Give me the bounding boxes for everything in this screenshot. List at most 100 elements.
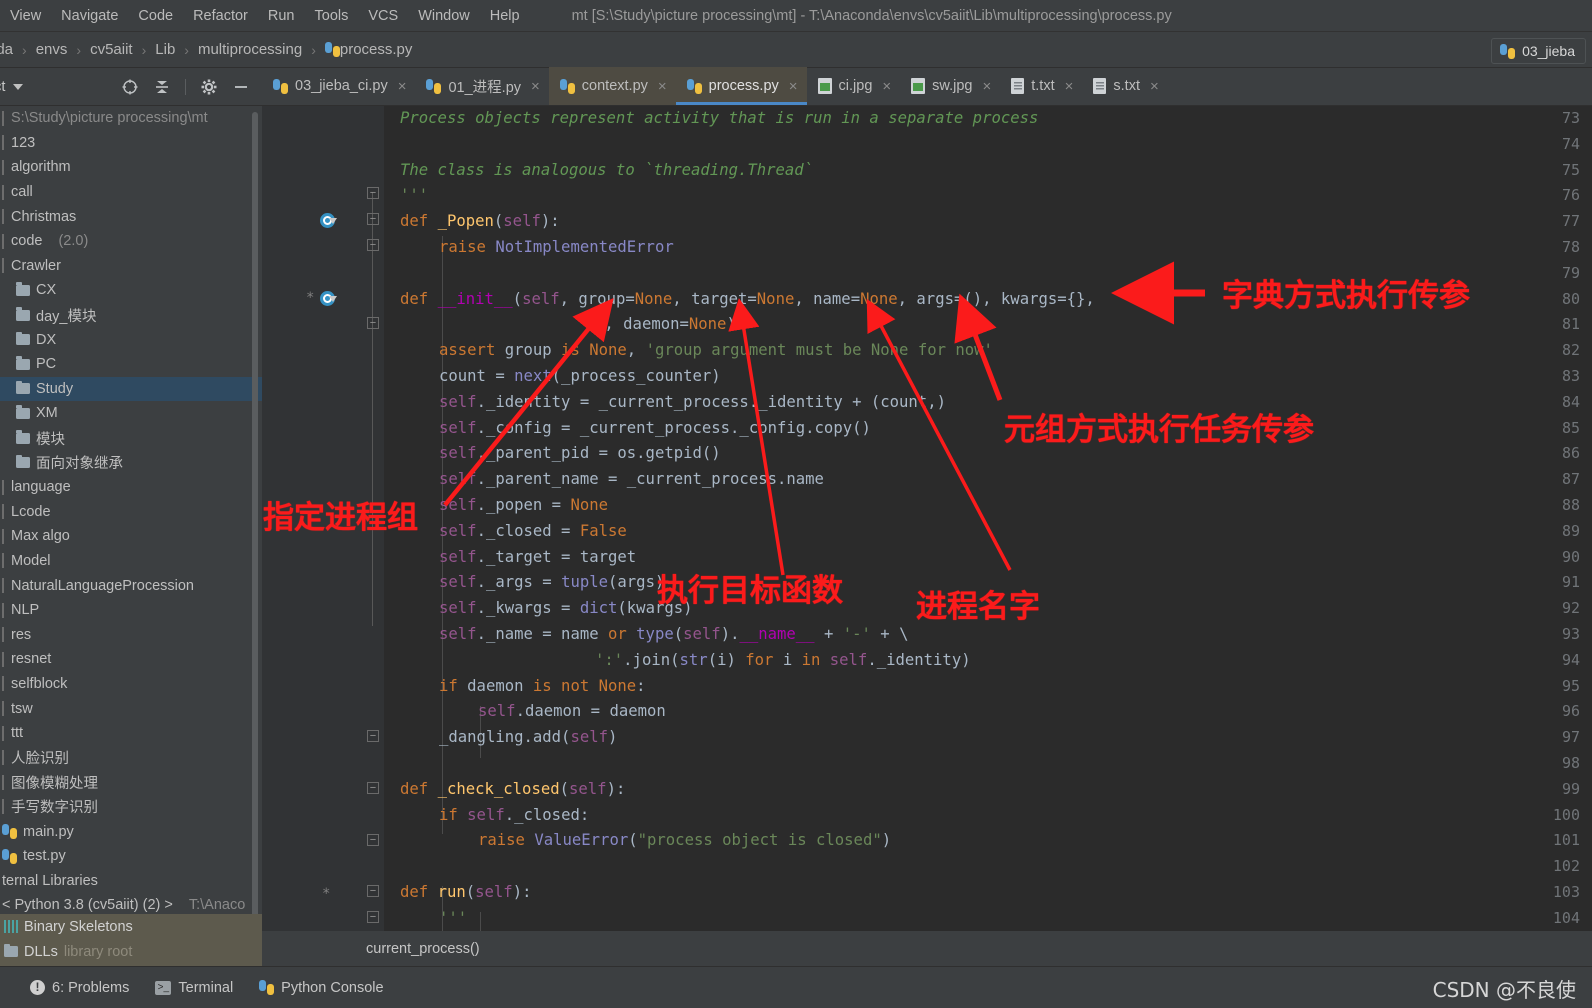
- tree-item-3[interactable]: Christmas: [0, 204, 262, 229]
- tree-root-row[interactable]: S:\Study\picture processing\mt: [0, 106, 262, 131]
- library-item-dlls[interactable]: DLLs library root: [0, 939, 262, 964]
- tree-item-12[interactable]: 模块: [0, 426, 262, 451]
- tree-item-13[interactable]: 面向对象继承: [0, 450, 262, 475]
- editor-tab-sw-jpg[interactable]: sw.jpg ×: [900, 67, 1000, 105]
- tree-item-20[interactable]: res: [0, 622, 262, 647]
- fold-marker-icon[interactable]: −: [367, 782, 379, 794]
- code-line-95[interactable]: if daemon is not None:: [439, 674, 646, 700]
- tree-item-1[interactable]: algorithm: [0, 155, 262, 180]
- editor-tab-s-txt[interactable]: s.txt ×: [1082, 67, 1167, 105]
- tree-item-25[interactable]: 人脸识别: [0, 745, 262, 770]
- code-line-73[interactable]: Process objects represent activity that …: [400, 106, 1038, 132]
- close-icon[interactable]: ×: [982, 78, 991, 95]
- code-line-97[interactable]: _dangling.add(self): [439, 725, 617, 751]
- editor-tab-overflow-chip[interactable]: 03_jieba: [1491, 38, 1586, 64]
- code-line-80[interactable]: def __init__(self, group=None, target=No…: [400, 287, 1095, 313]
- tree-item-7[interactable]: day_模块: [0, 303, 262, 328]
- tree-item-16[interactable]: Max algo: [0, 524, 262, 549]
- editor-tab-ci-jpg[interactable]: ci.jpg ×: [807, 67, 901, 105]
- tree-item-23[interactable]: tsw: [0, 696, 262, 721]
- code-line-96[interactable]: self.daemon = daemon: [478, 699, 666, 725]
- menu-item-navigate[interactable]: Navigate: [51, 0, 128, 32]
- run-line-icon[interactable]: [320, 291, 337, 306]
- tree-item-27[interactable]: 手写数字识别: [0, 795, 262, 820]
- code-line-78[interactable]: raise NotImplementedError: [439, 235, 674, 261]
- fold-marker-icon[interactable]: −: [367, 239, 379, 251]
- editor-tab-process-py[interactable]: process.py ×: [675, 67, 807, 105]
- tree-item-30[interactable]: ternal Libraries: [0, 868, 262, 893]
- tree-item-0[interactable]: 123: [0, 131, 262, 156]
- breadcrumb-item-2[interactable]: cv5aiit: [90, 41, 133, 58]
- close-icon[interactable]: ×: [882, 78, 891, 95]
- tree-item-18[interactable]: NaturalLanguageProcession: [0, 573, 262, 598]
- menu-item-help[interactable]: Help: [480, 0, 530, 32]
- breadcrumb-item-1[interactable]: envs: [36, 41, 68, 58]
- fold-marker-icon[interactable]: −: [367, 213, 379, 225]
- fold-marker-icon[interactable]: −: [367, 187, 379, 199]
- code-line-99[interactable]: def _check_closed(self):: [400, 777, 625, 803]
- code-line-101[interactable]: raise ValueError("process object is clos…: [478, 828, 891, 854]
- code-line-86[interactable]: self._parent_pid = os.getpid(): [439, 441, 721, 467]
- editor-tab-01----py[interactable]: 01_进程.py ×: [415, 67, 548, 105]
- code-line-77[interactable]: def _Popen(self):: [400, 209, 560, 235]
- code-line-76[interactable]: ''': [400, 183, 428, 209]
- menu-item-view[interactable]: View: [0, 0, 51, 32]
- status-item-problems[interactable]: ! 6: Problems: [30, 980, 129, 996]
- fold-marker-icon[interactable]: −: [367, 317, 379, 329]
- code-line-91[interactable]: self._args = tuple(args): [439, 570, 664, 596]
- menu-item-window[interactable]: Window: [408, 0, 480, 32]
- tree-item-21[interactable]: resnet: [0, 647, 262, 672]
- minimize-icon[interactable]: [232, 78, 250, 96]
- close-icon[interactable]: ×: [1065, 78, 1074, 95]
- breadcrumb-item-3[interactable]: Lib: [155, 41, 175, 58]
- editor-tab-03-jieba-ci-py[interactable]: 03_jieba_ci.py ×: [262, 67, 415, 105]
- menu-item-refactor[interactable]: Refactor: [183, 0, 258, 32]
- code-line-75[interactable]: The class is analogous to `threading.Thr…: [400, 158, 813, 184]
- tree-item-22[interactable]: selfblock: [0, 672, 262, 697]
- tree-item-26[interactable]: 图像模糊处理: [0, 770, 262, 795]
- library-item-binary-skeletons[interactable]: Binary Skeletons: [0, 914, 262, 939]
- fold-marker-icon[interactable]: −: [367, 834, 379, 846]
- code-line-94[interactable]: ':'.join(str(i) for i in self._identity): [595, 648, 971, 674]
- tree-item-19[interactable]: NLP: [0, 598, 262, 623]
- editor-tab-t-txt[interactable]: t.txt ×: [1000, 67, 1082, 105]
- close-icon[interactable]: ×: [398, 78, 407, 95]
- gear-icon[interactable]: [200, 78, 218, 96]
- menu-item-run[interactable]: Run: [258, 0, 305, 32]
- code-text-area[interactable]: Process objects represent activity that …: [384, 106, 1592, 931]
- collapse-all-icon[interactable]: [153, 78, 171, 96]
- tree-item-15[interactable]: Lcode: [0, 500, 262, 525]
- status-item-terminal[interactable]: >_ Terminal: [155, 980, 233, 996]
- tree-item-8[interactable]: DX: [0, 327, 262, 352]
- code-line-90[interactable]: self._target = target: [439, 545, 636, 571]
- tree-item-24[interactable]: ttt: [0, 721, 262, 746]
- close-icon[interactable]: ×: [531, 78, 540, 95]
- tree-item-4[interactable]: code (2.0): [0, 229, 262, 254]
- tree-item-11[interactable]: XM: [0, 401, 262, 426]
- editor-tab-context-py[interactable]: context.py ×: [548, 67, 676, 105]
- tree-item-10[interactable]: Study: [0, 376, 262, 402]
- tree-item-29[interactable]: test.py: [0, 844, 262, 869]
- external-libraries-band[interactable]: Binary Skeletons DLLs library root: [0, 914, 262, 966]
- locate-icon[interactable]: [121, 78, 139, 96]
- code-line-89[interactable]: self._closed = False: [439, 519, 627, 545]
- tree-item-14[interactable]: language: [0, 475, 262, 500]
- close-icon[interactable]: ×: [1150, 78, 1159, 95]
- fold-marker-icon[interactable]: −: [367, 730, 379, 742]
- project-tree-scrollbar[interactable]: [252, 112, 258, 966]
- code-editor[interactable]: − − − − − − − − − * * Process objects re…: [262, 106, 1592, 931]
- code-line-87[interactable]: self._parent_name = _current_process.nam…: [439, 467, 824, 493]
- code-line-81[interactable]: *, daemon=None):: [595, 312, 745, 338]
- chevron-down-icon[interactable]: [13, 83, 24, 90]
- code-line-88[interactable]: self._popen = None: [439, 493, 608, 519]
- tree-item-28[interactable]: main.py: [0, 819, 262, 844]
- tree-item-2[interactable]: call: [0, 180, 262, 205]
- project-tree[interactable]: S:\Study\picture processing\mt 123 algori…: [0, 106, 262, 966]
- code-line-85[interactable]: self._config = _current_process._config.…: [439, 416, 871, 442]
- tree-item-6[interactable]: CX: [0, 278, 262, 303]
- code-line-82[interactable]: assert group is None, 'group argument mu…: [439, 338, 993, 364]
- code-line-103[interactable]: def run(self):: [400, 880, 531, 906]
- code-line-84[interactable]: self._identity = _current_process._ident…: [439, 390, 946, 416]
- menu-item-tools[interactable]: Tools: [305, 0, 359, 32]
- close-icon[interactable]: ×: [789, 78, 798, 95]
